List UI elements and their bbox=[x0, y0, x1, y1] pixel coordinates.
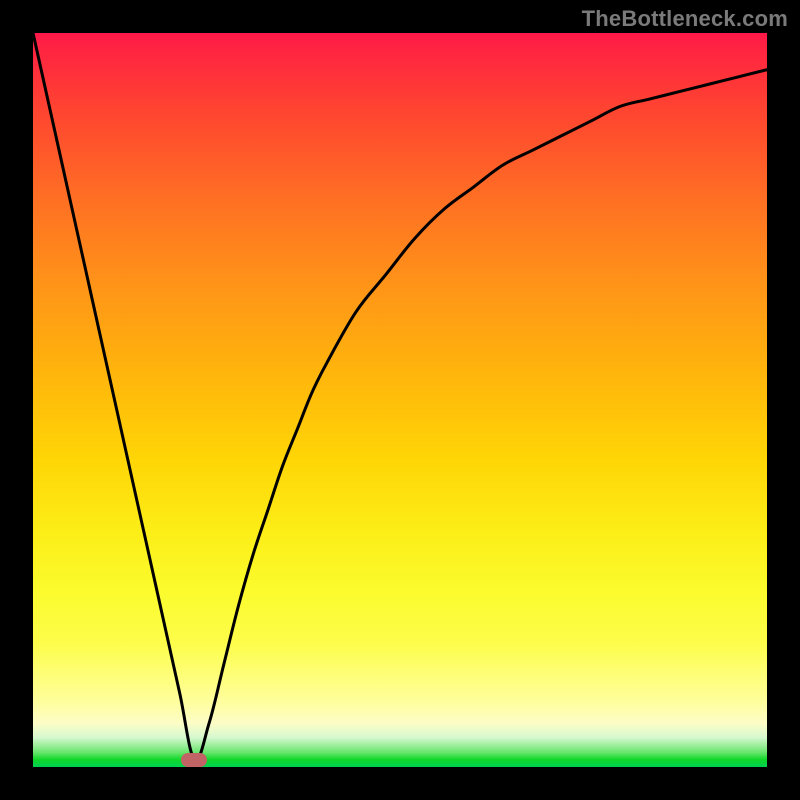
chart-curve bbox=[33, 33, 767, 767]
watermark-text: TheBottleneck.com bbox=[582, 6, 788, 32]
chart-stage: TheBottleneck.com bbox=[0, 0, 800, 800]
chart-minimum-marker bbox=[181, 753, 207, 767]
chart-plot-area bbox=[33, 33, 767, 767]
